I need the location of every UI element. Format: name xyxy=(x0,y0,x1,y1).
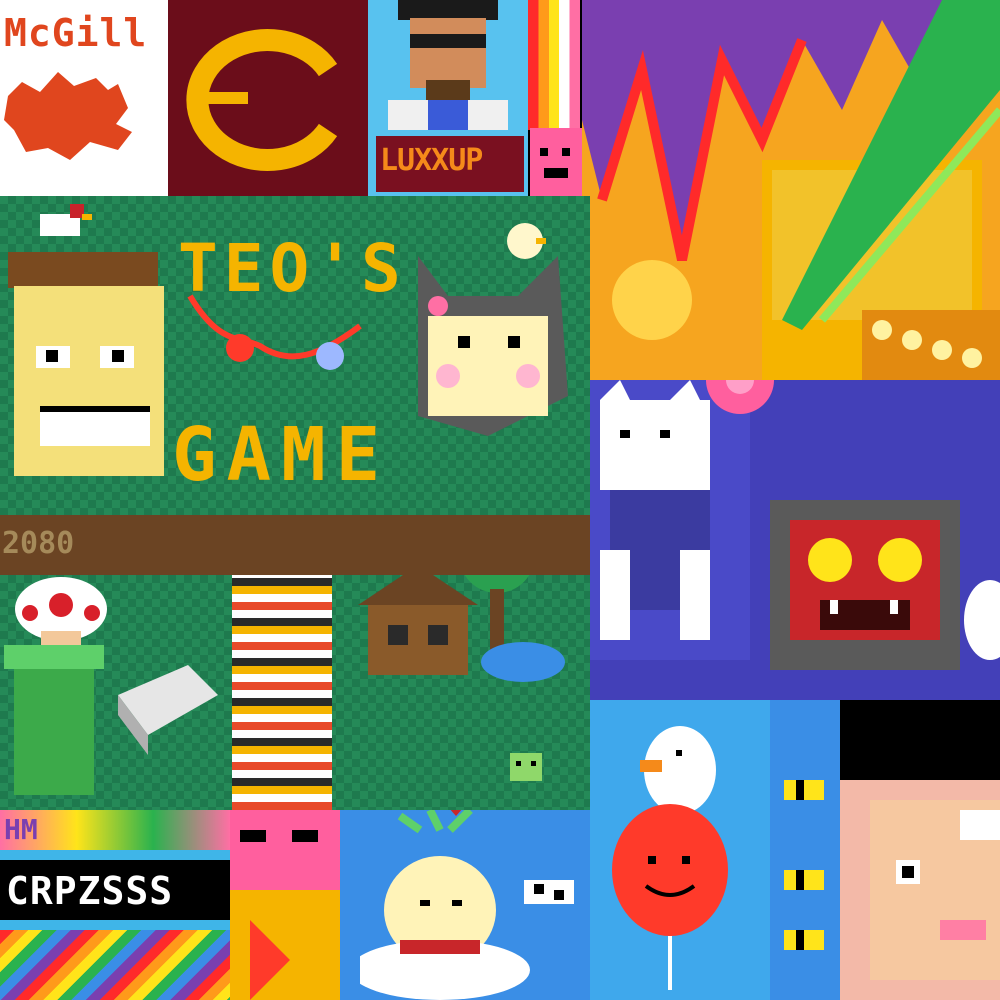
flower-icon xyxy=(706,380,774,414)
pixel-canvas[interactable]: McGill LUXXUP TEO'S GAME 2080 HM CRPZSSS xyxy=(0,0,1000,1000)
year-label: 2080 xyxy=(2,526,75,561)
turnip-icon xyxy=(360,810,530,1000)
night-mural xyxy=(590,380,1000,700)
portrait-tile: LUXXUP xyxy=(368,0,528,196)
pipe-icon xyxy=(4,645,104,795)
dirt-strip: 2080 xyxy=(0,515,590,575)
bottom-left-panel: HM CRPZSSS xyxy=(0,810,230,1000)
duckling-icon xyxy=(507,223,546,259)
pink-face-icon xyxy=(540,148,570,178)
pig-icon xyxy=(870,800,1000,980)
rainbow-lower xyxy=(0,930,230,1000)
mcgill-tile: McGill xyxy=(0,0,168,196)
mcgill-map-icon xyxy=(4,72,132,160)
luxxup-label: LUXXUP xyxy=(380,143,483,178)
face-icon xyxy=(8,252,164,476)
cat-white-icon xyxy=(590,380,750,660)
pink-face-tile xyxy=(530,128,582,198)
pond-icon xyxy=(481,642,565,682)
mask-icon xyxy=(230,830,340,1000)
game-title: GAME xyxy=(172,412,391,498)
pig-panel xyxy=(840,780,1000,1000)
mask-tile xyxy=(230,810,340,1000)
cat-icon xyxy=(510,753,542,781)
ghost-icon xyxy=(964,580,1000,660)
c-logo-tile xyxy=(168,0,368,196)
bee-icon xyxy=(784,780,824,950)
c-logo-icon xyxy=(186,29,338,171)
teos-game-board: TEO'S GAME xyxy=(0,196,590,516)
dog-icon xyxy=(418,256,568,436)
chicken-icon xyxy=(40,204,92,236)
balloon-panel xyxy=(590,700,770,1000)
cow-icon xyxy=(524,880,574,904)
block-icon xyxy=(118,665,218,755)
worm-icon xyxy=(187,294,362,370)
rainbow-stripe xyxy=(528,0,580,130)
balloon-icon xyxy=(612,804,728,990)
demon-icon xyxy=(770,500,960,670)
code-label: CRPZSSS xyxy=(6,869,174,913)
white-blob-tile xyxy=(960,560,1000,680)
lower-game-area xyxy=(0,575,590,810)
bee-column xyxy=(770,700,840,1000)
heart-icon xyxy=(450,810,462,816)
glitch-column xyxy=(232,575,332,810)
misc-label: HM xyxy=(4,813,38,846)
